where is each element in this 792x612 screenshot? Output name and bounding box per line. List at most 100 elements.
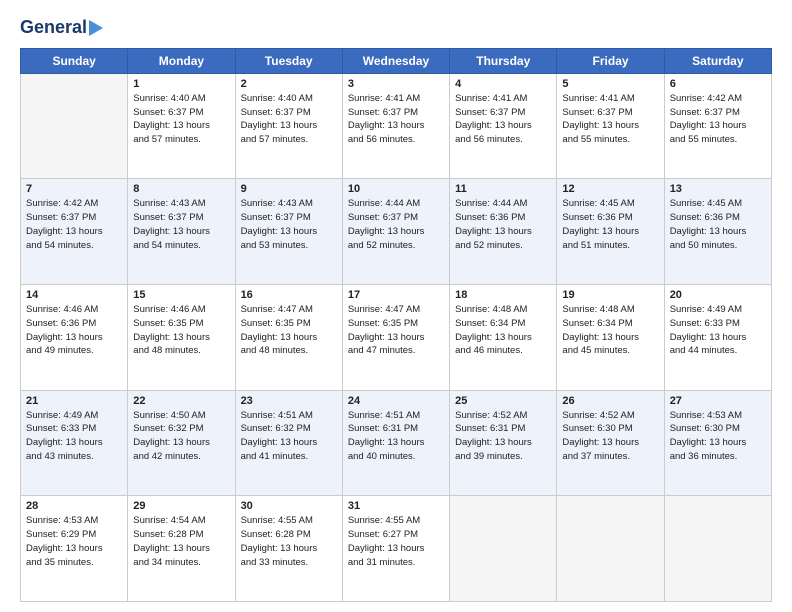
calendar-cell: 13Sunrise: 4:45 AM Sunset: 6:36 PM Dayli… [664, 179, 771, 285]
logo-arrow-icon [89, 20, 103, 36]
day-header-thursday: Thursday [450, 48, 557, 73]
day-number: 22 [133, 395, 229, 407]
day-info: Sunrise: 4:51 AM Sunset: 6:31 PM Dayligh… [348, 409, 444, 464]
day-number: 13 [670, 183, 766, 195]
day-number: 28 [26, 500, 122, 512]
calendar-week-5: 28 Sunrise: 4:53 AM Sunset: 6:29 PM Dayli… [21, 496, 772, 602]
calendar-week-3: 14 Sunrise: 4:46 AM Sunset: 6:36 PM Dayli… [21, 285, 772, 391]
calendar-cell: 7Sunrise: 4:42 AM Sunset: 6:37 PM Daylig… [21, 179, 128, 285]
day-info: Sunrise: 4:49 AM Sunset: 6:33 PM Dayligh… [670, 303, 766, 358]
day-number: 14 [26, 289, 122, 301]
calendar-table: SundayMondayTuesdayWednesdayThursdayFrid… [20, 48, 772, 602]
calendar-header-row: SundayMondayTuesdayWednesdayThursdayFrid… [21, 48, 772, 73]
day-number: 3 [348, 78, 444, 90]
calendar-week-4: 21 Sunrise: 4:49 AM Sunset: 6:33 PM Dayli… [21, 390, 772, 496]
calendar-cell: 14 Sunrise: 4:46 AM Sunset: 6:36 PM Dayli… [21, 285, 128, 391]
day-header-tuesday: Tuesday [235, 48, 342, 73]
day-header-monday: Monday [128, 48, 235, 73]
day-header-saturday: Saturday [664, 48, 771, 73]
calendar-cell: 12Sunrise: 4:45 AM Sunset: 6:36 PM Dayli… [557, 179, 664, 285]
day-info: Sunrise: 4:50 AM Sunset: 6:32 PM Dayligh… [133, 409, 229, 464]
day-number: 16 [241, 289, 337, 301]
day-header-wednesday: Wednesday [342, 48, 449, 73]
calendar-cell: 28 Sunrise: 4:53 AM Sunset: 6:29 PM Dayli… [21, 496, 128, 602]
day-info: Sunrise: 4:47 AM Sunset: 6:35 PM Dayligh… [348, 303, 444, 358]
day-number: 30 [241, 500, 337, 512]
day-number: 2 [241, 78, 337, 90]
day-number: 17 [348, 289, 444, 301]
day-info: Sunrise: 4:44 AM Sunset: 6:36 PM Dayligh… [455, 197, 551, 252]
calendar-cell: 23 Sunrise: 4:51 AM Sunset: 6:32 PM Dayli… [235, 390, 342, 496]
day-number: 9 [241, 183, 337, 195]
calendar-cell: 31 Sunrise: 4:55 AM Sunset: 6:27 PM Dayli… [342, 496, 449, 602]
day-info: Sunrise: 4:55 AM Sunset: 6:27 PM Dayligh… [348, 514, 444, 569]
calendar-cell: 18 Sunrise: 4:48 AM Sunset: 6:34 PM Dayli… [450, 285, 557, 391]
calendar-cell: 24 Sunrise: 4:51 AM Sunset: 6:31 PM Dayli… [342, 390, 449, 496]
day-number: 4 [455, 78, 551, 90]
day-number: 5 [562, 78, 658, 90]
day-header-friday: Friday [557, 48, 664, 73]
day-info: Sunrise: 4:46 AM Sunset: 6:36 PM Dayligh… [26, 303, 122, 358]
calendar-cell: 8 Sunrise: 4:43 AM Sunset: 6:37 PM Daylig… [128, 179, 235, 285]
calendar-cell: 17 Sunrise: 4:47 AM Sunset: 6:35 PM Dayli… [342, 285, 449, 391]
day-info: Sunrise: 4:41 AM Sunset: 6:37 PM Dayligh… [455, 92, 551, 147]
day-info: Sunrise: 4:48 AM Sunset: 6:34 PM Dayligh… [455, 303, 551, 358]
calendar-cell: 3 Sunrise: 4:41 AM Sunset: 6:37 PM Daylig… [342, 73, 449, 179]
calendar-cell: 30 Sunrise: 4:55 AM Sunset: 6:28 PM Dayli… [235, 496, 342, 602]
day-info: Sunrise: 4:54 AM Sunset: 6:28 PM Dayligh… [133, 514, 229, 569]
calendar-cell: 16 Sunrise: 4:47 AM Sunset: 6:35 PM Dayli… [235, 285, 342, 391]
day-info: Sunrise: 4:43 AM Sunset: 6:37 PM Dayligh… [133, 197, 229, 252]
day-number: 10 [348, 183, 444, 195]
calendar-cell [557, 496, 664, 602]
day-info: Sunrise: 4:49 AM Sunset: 6:33 PM Dayligh… [26, 409, 122, 464]
day-info: Sunrise: 4:44 AM Sunset: 6:37 PM Dayligh… [348, 197, 444, 252]
calendar-cell: 6Sunrise: 4:42 AM Sunset: 6:37 PM Daylig… [664, 73, 771, 179]
logo-text-general: General [20, 18, 87, 38]
calendar-cell [450, 496, 557, 602]
calendar-cell: 29Sunrise: 4:54 AM Sunset: 6:28 PM Dayli… [128, 496, 235, 602]
day-info: Sunrise: 4:52 AM Sunset: 6:31 PM Dayligh… [455, 409, 551, 464]
day-number: 27 [670, 395, 766, 407]
day-info: Sunrise: 4:53 AM Sunset: 6:29 PM Dayligh… [26, 514, 122, 569]
day-info: Sunrise: 4:53 AM Sunset: 6:30 PM Dayligh… [670, 409, 766, 464]
calendar-cell: 2Sunrise: 4:40 AM Sunset: 6:37 PM Daylig… [235, 73, 342, 179]
calendar-cell: 21 Sunrise: 4:49 AM Sunset: 6:33 PM Dayli… [21, 390, 128, 496]
day-info: Sunrise: 4:42 AM Sunset: 6:37 PM Dayligh… [670, 92, 766, 147]
day-info: Sunrise: 4:48 AM Sunset: 6:34 PM Dayligh… [562, 303, 658, 358]
calendar-cell: 5Sunrise: 4:41 AM Sunset: 6:37 PM Daylig… [557, 73, 664, 179]
day-info: Sunrise: 4:47 AM Sunset: 6:35 PM Dayligh… [241, 303, 337, 358]
page: General SundayMondayTuesdayWednesdayThur… [0, 0, 792, 612]
day-info: Sunrise: 4:42 AM Sunset: 6:37 PM Dayligh… [26, 197, 122, 252]
day-info: Sunrise: 4:41 AM Sunset: 6:37 PM Dayligh… [348, 92, 444, 147]
day-header-sunday: Sunday [21, 48, 128, 73]
day-number: 26 [562, 395, 658, 407]
calendar-cell: 27 Sunrise: 4:53 AM Sunset: 6:30 PM Dayli… [664, 390, 771, 496]
day-info: Sunrise: 4:51 AM Sunset: 6:32 PM Dayligh… [241, 409, 337, 464]
day-number: 8 [133, 183, 229, 195]
day-number: 23 [241, 395, 337, 407]
day-number: 11 [455, 183, 551, 195]
day-info: Sunrise: 4:55 AM Sunset: 6:28 PM Dayligh… [241, 514, 337, 569]
calendar-cell: 19Sunrise: 4:48 AM Sunset: 6:34 PM Dayli… [557, 285, 664, 391]
calendar-cell: 1 Sunrise: 4:40 AM Sunset: 6:37 PM Daylig… [128, 73, 235, 179]
calendar-cell: 20 Sunrise: 4:49 AM Sunset: 6:33 PM Dayli… [664, 285, 771, 391]
calendar-cell: 26 Sunrise: 4:52 AM Sunset: 6:30 PM Dayli… [557, 390, 664, 496]
calendar-cell: 22 Sunrise: 4:50 AM Sunset: 6:32 PM Dayli… [128, 390, 235, 496]
day-number: 15 [133, 289, 229, 301]
day-number: 12 [562, 183, 658, 195]
calendar-week-1: 1 Sunrise: 4:40 AM Sunset: 6:37 PM Daylig… [21, 73, 772, 179]
calendar-cell: 11 Sunrise: 4:44 AM Sunset: 6:36 PM Dayli… [450, 179, 557, 285]
calendar-cell [664, 496, 771, 602]
day-number: 18 [455, 289, 551, 301]
calendar-cell: 25Sunrise: 4:52 AM Sunset: 6:31 PM Dayli… [450, 390, 557, 496]
day-number: 21 [26, 395, 122, 407]
day-info: Sunrise: 4:43 AM Sunset: 6:37 PM Dayligh… [241, 197, 337, 252]
day-info: Sunrise: 4:40 AM Sunset: 6:37 PM Dayligh… [133, 92, 229, 147]
day-number: 20 [670, 289, 766, 301]
day-number: 1 [133, 78, 229, 90]
day-info: Sunrise: 4:52 AM Sunset: 6:30 PM Dayligh… [562, 409, 658, 464]
day-number: 31 [348, 500, 444, 512]
calendar-cell: 9 Sunrise: 4:43 AM Sunset: 6:37 PM Daylig… [235, 179, 342, 285]
calendar-cell: 15Sunrise: 4:46 AM Sunset: 6:35 PM Dayli… [128, 285, 235, 391]
day-number: 24 [348, 395, 444, 407]
